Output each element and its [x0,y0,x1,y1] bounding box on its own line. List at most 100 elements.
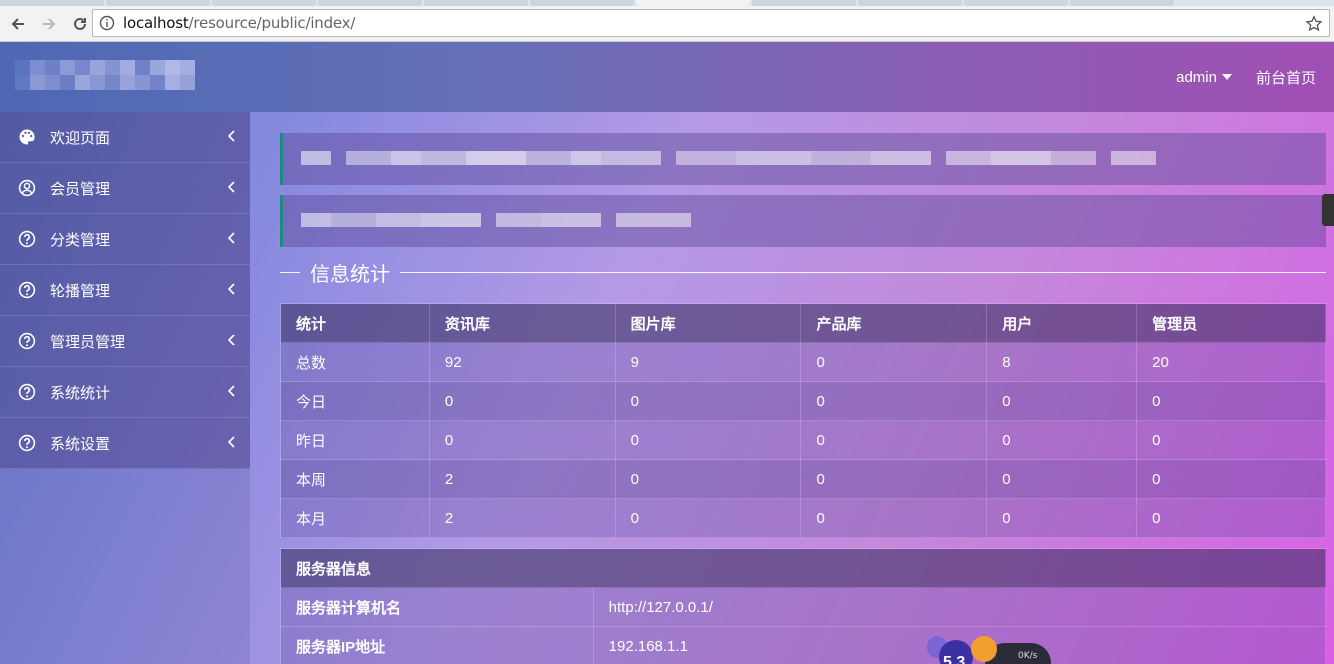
question-circle-icon [18,332,36,350]
sidebar-item-label: 会员管理 [50,180,111,198]
sidebar-item-label: 欢迎页面 [50,129,111,147]
column-header: 用户 [986,303,1138,343]
url-text[interactable]: localhost/resource/public/index/ [123,14,355,32]
server-info-table: 服务器信息 服务器计算机名 http://127.0.0.1/ 服务器IP地址 … [280,548,1327,664]
chevron-left-icon [227,334,235,346]
stats-table: 统计 资讯库 图片库 产品库 用户 管理员 总数 92 9 0 8 20 今日 … [280,303,1326,538]
column-header: 产品库 [800,303,988,343]
sidebar-item-label: 分类管理 [50,231,111,249]
table-row: 本周 2 0 0 0 0 [280,459,1326,499]
speed-text: 0K/s [1018,651,1038,661]
column-header: 统计 [280,303,430,343]
notice-banner [280,133,1326,185]
sidebar-item-members[interactable]: 会员管理 [0,163,250,214]
top-header: admin 前台首页 [0,42,1334,112]
sidebar-item-label: 系统统计 [50,384,111,402]
reload-button[interactable] [67,11,93,37]
back-button[interactable] [5,11,31,37]
username-label: admin [1176,68,1217,86]
arrow-left-icon [11,17,24,30]
sidebar-item-admins[interactable]: 管理员管理 [0,316,250,367]
divider [400,271,1326,273]
question-circle-icon [18,281,36,299]
table-cell: 92 [428,342,616,382]
arrow-right-icon [43,17,56,30]
network-speed-widget[interactable]: ↑ 0K/s 5.3 [927,636,1052,664]
table-cell: 0 [614,498,802,538]
chevron-left-icon [227,385,235,397]
table-row: 服务器计算机名 http://127.0.0.1/ [280,587,1327,627]
table-cell: 0 [800,342,988,382]
url-path: /resource/public/index/ [188,14,356,32]
table-cell: 0 [800,420,988,460]
table-row: 昨日 0 0 0 0 0 [280,420,1326,460]
column-header: 管理员 [1136,303,1326,343]
header-right: admin 前台首页 [1176,42,1316,112]
table-cell: 0 [1136,381,1326,421]
sidebar-item-label: 管理员管理 [50,333,126,351]
table-row: 服务器IP地址 192.168.1.1 [280,626,1327,664]
server-info-key: 服务器IP地址 [280,626,594,664]
table-cell: 0 [428,381,616,421]
table-cell: 9 [614,342,802,382]
divider [280,271,300,273]
redacted-text [301,151,1156,165]
address-bar[interactable]: localhost/resource/public/index/ [92,9,1330,37]
table-cell: 0 [800,459,988,499]
user-dropdown[interactable]: admin [1176,69,1232,86]
section-title: 信息统计 [310,263,390,286]
browser-toolbar: localhost/resource/public/index/ [0,6,1334,42]
table-header-row: 服务器信息 [280,548,1326,588]
table-cell: 20 [1136,342,1326,382]
chevron-left-icon [227,181,235,193]
palette-icon [18,128,36,146]
badge-ball: 5.3 [939,640,973,664]
table-row: 本月 2 0 0 0 0 [280,498,1326,538]
logo[interactable] [15,60,195,90]
table-cell: 总数 [280,342,430,382]
sidebar-menu: 欢迎页面 会员管理 分类管理 轮播管理 管理员管理 系统统计 系统设置 [0,112,250,469]
table-header-row: 统计 资讯库 图片库 产品库 用户 管理员 [280,303,1326,343]
table-cell: 0 [800,498,988,538]
sidebar-item-categories[interactable]: 分类管理 [0,214,250,265]
table-cell: 2 [428,459,616,499]
sidebar-item-statistics[interactable]: 系统统计 [0,367,250,418]
section-heading: 信息统计 [280,259,1326,286]
sidebar: 欢迎页面 会员管理 分类管理 轮播管理 管理员管理 系统统计 系统设置 [0,112,250,664]
table-cell: 0 [986,381,1138,421]
column-header: 图片库 [614,303,802,343]
question-circle-icon [18,434,36,452]
badge-text: 5.3 [943,654,966,664]
side-float-tab[interactable] [1322,194,1334,226]
table-cell: 0 [1136,459,1326,499]
sidebar-item-welcome[interactable]: 欢迎页面 [0,112,250,163]
table-cell: 0 [986,420,1138,460]
front-home-link[interactable]: 前台首页 [1256,67,1316,88]
balloon-icon [971,636,997,662]
server-info-value: http://127.0.0.1/ [592,587,1327,627]
chevron-left-icon [227,130,235,142]
sidebar-item-label: 轮播管理 [50,282,111,300]
table-cell: 0 [614,420,802,460]
table-cell: 0 [800,381,988,421]
table-cell: 2 [428,498,616,538]
redacted-text [301,213,691,227]
sidebar-item-settings[interactable]: 系统设置 [0,418,250,469]
url-host: localhost [123,14,189,32]
table-cell: 本月 [280,498,430,538]
table-cell: 0 [614,381,802,421]
sidebar-item-carousel[interactable]: 轮播管理 [0,265,250,316]
bookmark-star-icon[interactable] [1305,15,1323,33]
caret-down-icon [1221,74,1232,80]
forward-button[interactable] [36,11,62,37]
table-cell: 0 [986,498,1138,538]
chevron-left-icon [227,283,235,295]
table-cell: 0 [614,459,802,499]
info-icon[interactable] [99,15,115,31]
server-info-key: 服务器计算机名 [280,587,594,627]
table-cell: 8 [986,342,1138,382]
sidebar-item-label: 系统设置 [50,435,111,453]
question-circle-icon [18,230,36,248]
admin-app: admin 前台首页 欢迎页面 会员管理 分类管理 轮播管理 管理员管理 系统统… [0,42,1334,664]
table-cell: 昨日 [280,420,430,460]
